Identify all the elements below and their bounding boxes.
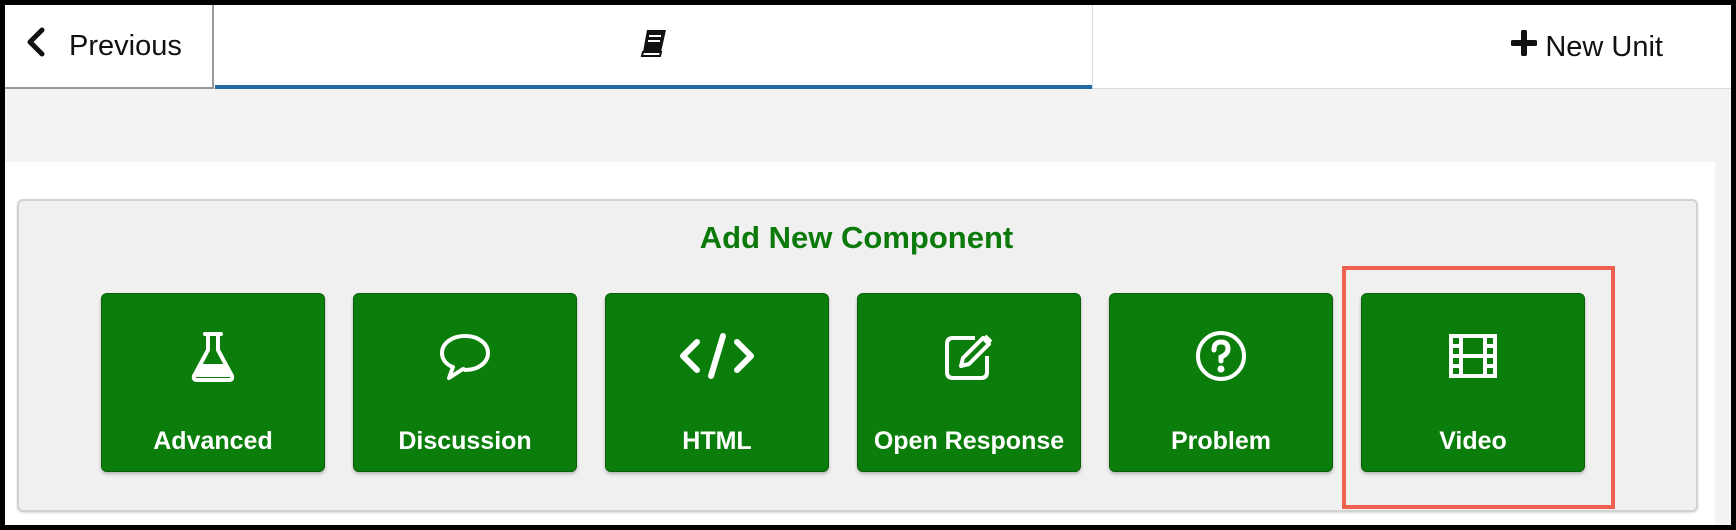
nav-divider [1092,5,1093,89]
book-icon [639,28,669,63]
advanced-component-button[interactable]: Advanced [101,293,325,472]
tab-current-unit[interactable] [215,5,1092,89]
previous-label: Previous [69,29,182,62]
html-component-button[interactable]: HTML [605,293,829,472]
previous-button[interactable]: Previous [5,5,214,89]
new-unit-button[interactable]: New Unit [1510,5,1663,89]
component-label: Problem [1170,427,1272,455]
unit-navigation-bar: Previous New Unit [5,5,1731,89]
flask-icon [102,328,324,384]
code-icon [606,328,828,384]
component-label: Discussion [398,427,532,455]
discussion-component-button[interactable]: Discussion [353,293,577,472]
video-highlight-box [1342,266,1615,509]
component-label: Advanced [153,427,273,455]
new-unit-label: New Unit [1545,30,1663,63]
speech-bubble-icon [354,328,576,384]
panel-title: Add New Component [699,220,1014,255]
chevron-left-icon [25,27,47,65]
component-label: HTML [682,427,752,455]
component-label: Open Response [873,427,1065,455]
question-circle-icon [1110,328,1332,384]
edit-icon [858,328,1080,384]
open-response-component-button[interactable]: Open Response [857,293,1081,472]
plus-icon [1510,29,1539,64]
problem-component-button[interactable]: Problem [1109,293,1333,472]
